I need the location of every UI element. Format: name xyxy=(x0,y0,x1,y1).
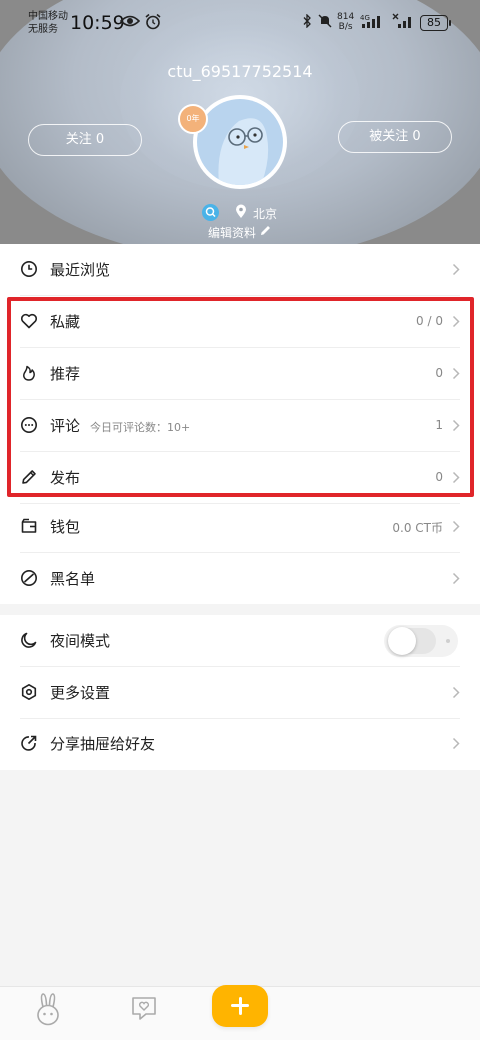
edit-profile-link[interactable]: 编辑资料 xyxy=(208,224,256,241)
mute-bell-icon xyxy=(318,14,332,28)
avatar[interactable] xyxy=(193,95,287,189)
comment-icon xyxy=(21,417,37,433)
following-button[interactable]: 关注 0 xyxy=(28,124,142,156)
menu-item-wallet[interactable]: 钱包 0.0 CT币 xyxy=(0,501,480,553)
chevron-right-icon xyxy=(452,572,460,585)
heart-icon xyxy=(20,313,38,329)
carrier-name: 中国移动 xyxy=(28,11,68,22)
chevron-right-icon xyxy=(452,520,460,533)
menu-value: 0 xyxy=(435,470,443,484)
menu-item-publish[interactable]: 发布 0 xyxy=(0,452,480,504)
alarm-icon xyxy=(145,13,161,30)
menu-item-comments[interactable]: 评论 今日可评论数：10+ 1 xyxy=(0,400,480,452)
toggle-track xyxy=(388,627,436,655)
block-icon xyxy=(21,570,37,586)
menu-label: 分享抽屉给好友 xyxy=(50,735,156,753)
bluetooth-icon xyxy=(303,14,311,28)
menu-item-recommend[interactable]: 推荐 0 xyxy=(0,348,480,400)
chevron-right-icon xyxy=(452,367,460,380)
bird-avatar-icon xyxy=(218,118,269,185)
chevron-right-icon xyxy=(452,686,460,699)
chevron-right-icon xyxy=(452,315,460,328)
comment-quota-text: 今日可评论数：10+ xyxy=(90,421,191,434)
chevron-right-icon xyxy=(452,419,460,432)
city-label: 北京 xyxy=(253,207,278,221)
rabbit-icon[interactable] xyxy=(34,993,62,1027)
menu-label: 夜间模式 xyxy=(50,632,111,650)
status-bar: 中国移动 无服务 10:59 814 B/s 4G 85 xyxy=(0,0,480,42)
status-time: 10:59 xyxy=(70,12,125,34)
menu-value: 0 xyxy=(435,366,443,380)
chevron-right-icon xyxy=(452,263,460,276)
age-badge: 0年 xyxy=(178,104,208,134)
flame-icon xyxy=(23,365,35,381)
menu-label: 私藏 xyxy=(50,313,81,331)
battery-indicator: 85 xyxy=(420,15,451,31)
message-heart-icon[interactable] xyxy=(130,995,158,1023)
add-button[interactable] xyxy=(212,985,268,1027)
carrier-text: 中国移动 无服务 xyxy=(28,10,68,36)
signal-4g-icon: 4G xyxy=(360,14,380,28)
chevron-right-icon xyxy=(452,737,460,750)
edit-pencil-icon[interactable] xyxy=(259,224,272,237)
avatar-image xyxy=(197,99,283,185)
eye-icon xyxy=(120,15,140,27)
menu-item-share[interactable]: 分享抽屉给好友 xyxy=(0,718,480,770)
username: ctu_69517752514 xyxy=(167,62,313,81)
settings-icon xyxy=(21,684,37,700)
profile-header: 中国移动 无服务 10:59 814 B/s 4G 85 ctu_6951775… xyxy=(0,0,480,244)
signal-no-service-icon xyxy=(392,13,411,28)
bottom-nav xyxy=(0,985,480,1040)
menu-item-recent[interactable]: 最近浏览 xyxy=(0,244,480,296)
network-type: 4G xyxy=(360,14,370,22)
menu-label: 发布 xyxy=(50,469,81,487)
location-pin-icon xyxy=(236,204,246,218)
plus-icon-bar xyxy=(238,996,242,1015)
search-badge-icon[interactable] xyxy=(202,204,219,221)
pencil-icon xyxy=(22,470,36,484)
profile-page: 中国移动 无服务 10:59 814 B/s 4G 85 ctu_6951775… xyxy=(0,0,480,1040)
menu-item-night-mode: 夜间模式 xyxy=(0,615,480,667)
net-speed-unit: B/s xyxy=(338,22,353,32)
location-row: 北京 xyxy=(0,204,480,221)
menu-card-primary: 最近浏览 私藏 0 / 0 推荐 0 评论 今日可评论数：10+ 1 发布 0 … xyxy=(0,244,480,604)
menu-item-more-settings[interactable]: 更多设置 xyxy=(0,667,480,719)
menu-label: 推荐 xyxy=(50,365,81,383)
clock-icon xyxy=(21,261,37,277)
menu-label: 评论 xyxy=(50,417,81,435)
wallet-icon xyxy=(21,518,37,533)
net-speed-value: 814 xyxy=(337,12,355,22)
menu-value: 1 xyxy=(435,418,443,432)
menu-value: 0 / 0 xyxy=(416,314,443,328)
followers-button[interactable]: 被关注 0 xyxy=(338,121,452,153)
menu-item-favorites[interactable]: 私藏 0 / 0 xyxy=(0,296,480,348)
moon-icon xyxy=(21,632,37,648)
menu-item-blacklist[interactable]: 黑名单 xyxy=(0,553,480,605)
menu-card-settings: 夜间模式 更多设置 分享抽屉给好友 xyxy=(0,615,480,770)
chevron-right-icon xyxy=(452,471,460,484)
carrier-status: 无服务 xyxy=(28,24,58,35)
share-icon xyxy=(21,735,37,751)
toggle-off-dot xyxy=(446,639,450,643)
toggle-knob xyxy=(388,627,416,655)
menu-label: 黑名单 xyxy=(50,570,96,588)
menu-value: 0.0 CT币 xyxy=(392,521,443,535)
net-speed: 814 B/s xyxy=(337,12,354,32)
menu-label: 钱包 xyxy=(50,518,81,536)
menu-label: 更多设置 xyxy=(50,684,111,702)
menu-label: 最近浏览 xyxy=(50,261,111,279)
night-mode-toggle[interactable] xyxy=(384,625,458,657)
